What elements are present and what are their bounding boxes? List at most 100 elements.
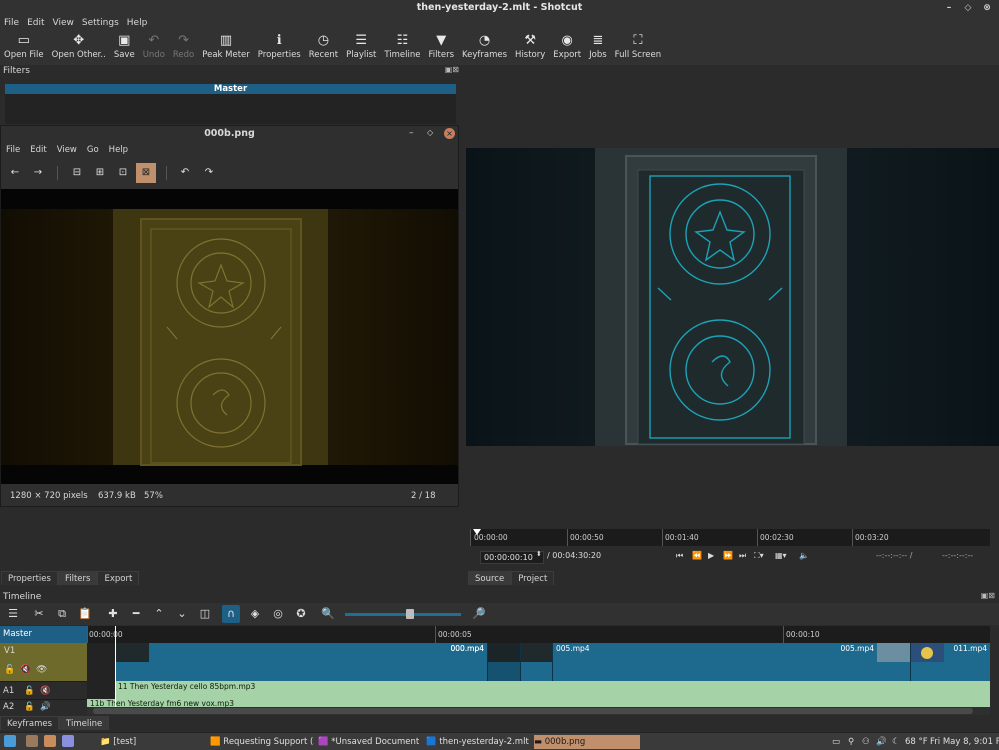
timeline-menu-icon[interactable]: ☰ [4, 605, 22, 623]
save-button[interactable]: ▣ Save [110, 31, 139, 65]
volume-icon[interactable]: 🔊 [40, 700, 51, 714]
export-button[interactable]: ◉ Export [549, 31, 585, 65]
volume-icon[interactable]: 🔈 [799, 551, 809, 560]
remove-icon[interactable]: ━ [127, 605, 145, 623]
history-button[interactable]: ⚒ History [511, 31, 549, 65]
menu-settings[interactable]: Settings [78, 16, 123, 31]
snap-icon[interactable]: ∩ [222, 605, 240, 623]
viewer-menu-file[interactable]: File [1, 144, 25, 157]
tab-keyframes[interactable]: Keyframes [0, 716, 60, 730]
tab-filters[interactable]: Filters [57, 571, 98, 585]
lock-icon[interactable]: 🔓 [24, 682, 35, 700]
split-icon[interactable]: ◫ [196, 605, 214, 623]
taskbar-item[interactable]: 🟧 Requesting Support (20... [210, 735, 314, 749]
menu-file[interactable]: File [0, 16, 23, 31]
recent-button[interactable]: ◷ Recent [305, 31, 342, 65]
play-icon[interactable]: ▶ [708, 551, 714, 560]
audio-clip[interactable]: 11b Then Yesterday fm6 new vox.mp3 [87, 699, 990, 707]
viewer-menu-edit[interactable]: Edit [25, 144, 51, 157]
location-icon[interactable]: ⚲ [848, 735, 854, 749]
undo-button[interactable]: ↶ Undo [139, 31, 169, 65]
lock-icon[interactable]: 🔓 [4, 665, 15, 675]
keyframes-button[interactable]: ◔ Keyframes [458, 31, 511, 65]
mute-icon[interactable]: 🔇 [40, 682, 51, 700]
scrub-icon[interactable]: ◈ [246, 605, 264, 623]
minimize-icon[interactable]: – [942, 1, 956, 15]
zoom-in-timeline-icon[interactable]: 🔎 [470, 605, 488, 623]
audio-clip[interactable]: 11 Then Yesterday cello 85bpm.mp3 [115, 681, 990, 699]
video-clip[interactable] [487, 643, 520, 681]
copy-icon[interactable]: ⧉ [53, 605, 71, 623]
filters-master-header[interactable]: Master [5, 84, 456, 94]
skip-previous-icon[interactable]: ⏮ [676, 551, 683, 561]
timeline-button[interactable]: ☷ Timeline [380, 31, 424, 65]
timeline-ruler[interactable]: 00:00:00 00:00:05 00:00:10 [87, 626, 990, 643]
tab-project[interactable]: Project [511, 571, 555, 585]
lift-icon[interactable]: ⌃ [150, 605, 168, 623]
lock-icon[interactable]: 🔓 [24, 700, 35, 714]
paste-icon[interactable]: 📋 [76, 605, 94, 623]
fast-forward-icon[interactable]: ⏩ [723, 551, 733, 560]
jobs-button[interactable]: ≣ Jobs [585, 31, 611, 65]
zoom-in-icon[interactable]: ⊞ [90, 163, 110, 183]
taskbar-item[interactable]: 📁 [test] [100, 735, 200, 749]
zoom-preview-icon[interactable]: ⛶▾ [754, 551, 764, 561]
full-screen-button[interactable]: ⛶ Full Screen [611, 31, 665, 65]
menu-view[interactable]: View [49, 16, 78, 31]
menu-edit[interactable]: Edit [23, 16, 48, 31]
ripple-icon[interactable]: ◎ [269, 605, 287, 623]
video-clip[interactable] [520, 643, 552, 681]
timeline-horizontal-scrollbar[interactable] [87, 707, 990, 715]
viewer-menu-go[interactable]: Go [82, 144, 104, 157]
taskbar-item[interactable]: 🟦 then-yesterday-2.mlt - ... [426, 735, 530, 749]
taskbar-item[interactable]: 🟪 *Unsaved Document 1 [318, 735, 422, 749]
playlist-button[interactable]: ☰ Playlist [342, 31, 380, 65]
grid-icon[interactable]: ▦▾ [775, 551, 787, 560]
viewer-close-icon[interactable]: × [444, 128, 455, 139]
actual-size-icon[interactable]: ⊠ [136, 163, 156, 183]
mute-icon[interactable]: 🔇 [20, 665, 31, 675]
ripple-all-icon[interactable]: ✪ [292, 605, 310, 623]
video-preview[interactable] [466, 148, 999, 446]
rewind-icon[interactable]: ⏪ [692, 551, 702, 560]
append-icon[interactable]: ✚ [104, 605, 122, 623]
tab-source[interactable]: Source [468, 571, 512, 585]
zoom-slider-handle[interactable] [406, 609, 414, 619]
track-header-v1[interactable]: V1 🔓 🔇 👁 [0, 643, 87, 681]
app-launcher-icon[interactable] [4, 735, 16, 747]
tab-timeline[interactable]: Timeline [59, 716, 110, 730]
maximize-icon[interactable]: ◇ [961, 1, 975, 15]
viewer-menu-help[interactable]: Help [104, 144, 133, 157]
viewer-menu-view[interactable]: View [52, 144, 82, 157]
cut-icon[interactable]: ✂ [30, 605, 48, 623]
filter-list[interactable] [5, 94, 456, 124]
viewer-maximize-icon[interactable]: ◇ [427, 128, 433, 137]
display-icon[interactable]: ▭ [832, 735, 840, 749]
peak-meter-button[interactable]: ▥ Peak Meter [198, 31, 254, 65]
track-header-a2[interactable]: A2 🔓 🔊 [0, 699, 87, 713]
viewer-minimize-icon[interactable]: – [409, 128, 414, 138]
eye-icon[interactable]: 👁 [36, 665, 47, 675]
filters-button[interactable]: ▼ Filters [425, 31, 458, 65]
network-icon[interactable]: ⚇ [862, 735, 870, 749]
video-clip[interactable]: 011.mp4 [910, 643, 990, 681]
scrollbar-thumb[interactable] [93, 708, 973, 714]
rotate-left-icon[interactable]: ↶ [175, 163, 195, 183]
track-header-master[interactable]: Master [0, 626, 87, 643]
menu-help[interactable]: Help [123, 16, 152, 31]
tab-properties[interactable]: Properties [1, 571, 58, 585]
zoom-out-timeline-icon[interactable]: 🔍 [319, 605, 337, 623]
rotate-right-icon[interactable]: ↷ [199, 163, 219, 183]
dock-float-close-icon[interactable]: ▣⊠ [981, 591, 995, 600]
dock-float-close-icon[interactable]: ▣⊠ [445, 65, 459, 74]
volume-tray-icon[interactable]: 🔊 [876, 735, 887, 749]
position-timecode[interactable]: 00:00:00:10 [480, 551, 544, 564]
text-editor-icon[interactable] [62, 735, 74, 747]
video-clip[interactable]: 005.mp4 005.mp4 [552, 643, 910, 681]
redo-button[interactable]: ↷ Redo [169, 31, 198, 65]
track-header-a1[interactable]: A1 🔓 🔇 [0, 681, 87, 699]
open-file-button[interactable]: ▭ Open File [0, 31, 48, 65]
close-icon[interactable]: ⊗ [980, 1, 994, 15]
file-manager-icon[interactable] [26, 735, 38, 747]
forward-arrow-icon[interactable]: → [28, 163, 48, 183]
